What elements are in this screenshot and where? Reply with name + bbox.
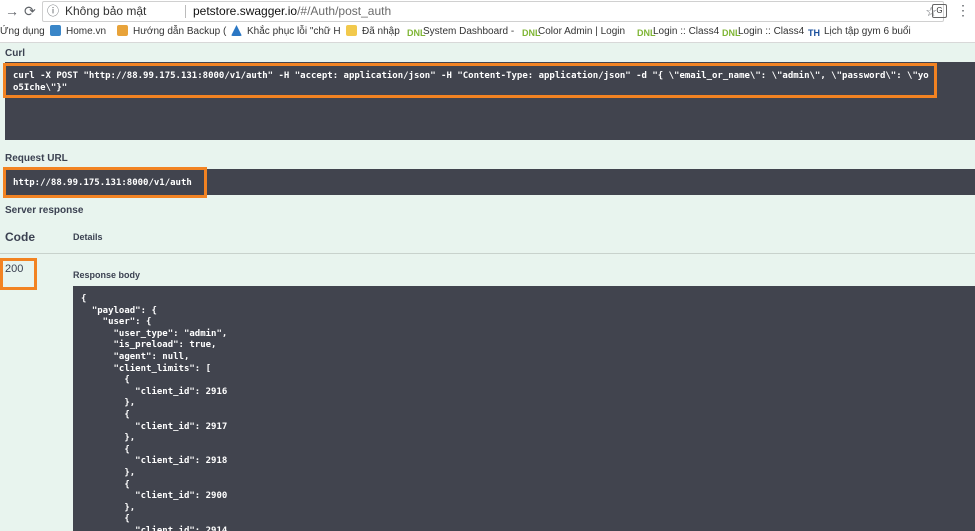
response-body-line: "client_id": 2917 (135, 421, 228, 432)
response-body-line: }, (124, 467, 136, 478)
dnl-icon: DNL (722, 28, 741, 38)
status-code: 200 (5, 263, 24, 275)
folder-icon (346, 25, 357, 36)
bookmark-system-dashboard[interactable]: DNLSystem Dashboard - (407, 22, 514, 42)
dnl-icon: DNL (522, 28, 541, 38)
response-body-line: "user": { (102, 317, 152, 328)
bookmark-lich-tap-gym[interactable]: TH Lịch tập gym 6 buổi (808, 22, 911, 42)
response-body-line: { (124, 479, 130, 490)
server-response-label: Server response (5, 205, 84, 216)
bookmark-khac-phuc[interactable]: Khắc phục lỗi "chữ H (231, 22, 341, 42)
dnl-icon: DNL (407, 28, 426, 38)
reload-icon[interactable]: ⟳ (24, 2, 36, 20)
security-label: Không bảo mật (65, 4, 147, 18)
bookmark-login-class4-b[interactable]: DNLLogin :: Class4 (722, 22, 804, 42)
response-body-label: Response body (73, 270, 141, 280)
bookmark-login-class4-a[interactable]: DNLLogin :: Class4 (637, 22, 719, 42)
bookmark-home-vn[interactable]: Home.vn (50, 22, 106, 42)
table-divider (0, 253, 975, 254)
page-url[interactable]: petstore.swagger.io/#/Auth/post_auth (193, 2, 391, 21)
back-arrow-icon[interactable]: → (5, 2, 19, 20)
response-body-line: "payload": { (91, 305, 157, 316)
info-icon[interactable]: ⓘ (47, 2, 59, 21)
response-body-line: { (124, 444, 130, 455)
response-body-line: "client_id": 2900 (135, 491, 228, 502)
curl-command[interactable]: curl -X POST "http://88.99.175.131:8000/… (13, 70, 933, 94)
response-body-line: "client_id": 2916 (135, 386, 228, 397)
request-url-label: Request URL (5, 153, 68, 164)
request-url-value[interactable]: http://88.99.175.131:8000/v1/auth (13, 177, 192, 189)
response-body-line: { (81, 294, 87, 304)
response-body-line: "is_preload": true, (113, 340, 217, 351)
t-icon (117, 25, 128, 36)
response-body-block[interactable]: { "payload": { "user": { "user_type": "a… (73, 286, 975, 531)
response-body-line: "user_type": "admin", (113, 328, 228, 339)
response-body-text[interactable]: { "payload": { "user": { "user_type": "a… (81, 294, 227, 531)
response-body-line: { (124, 409, 130, 420)
bookmark-da-nhap[interactable]: Đã nhập (346, 22, 400, 42)
response-body-line: "client_id": 2914 (135, 525, 228, 531)
address-divider (185, 5, 186, 18)
bookmark-huong-dan[interactable]: Hướng dẫn Backup ( (117, 22, 226, 42)
url-path: /#/Auth/post_auth (297, 4, 392, 18)
response-body-line: "agent": null, (113, 351, 190, 362)
response-body-line: }, (124, 502, 136, 513)
bookmarks-bar: Ứng dụng Home.vn Hướng dẫn Backup ( Khắc… (0, 22, 975, 43)
curl-label: Curl (5, 48, 25, 59)
triangle-icon (231, 25, 242, 36)
response-body-line: { (124, 514, 130, 525)
curl-code-block[interactable]: curl -X POST "http://88.99.175.131:8000/… (5, 62, 975, 140)
home-bot-icon (50, 25, 61, 36)
code-column-header: Code (5, 230, 35, 244)
details-column-header: Details (73, 232, 103, 242)
response-body-line: { (124, 375, 130, 386)
response-body-line: }, (124, 398, 136, 409)
browser-menu-icon[interactable]: ⋮ (956, 2, 970, 19)
response-body-line: "client_id": 2918 (135, 456, 228, 467)
translate-icon[interactable]: G (932, 4, 947, 18)
url-host: petstore.swagger.io (193, 4, 298, 18)
response-body-line: "client_limits": [ (113, 363, 212, 374)
dnl-icon: DNL (637, 28, 656, 38)
bookmark-apps[interactable]: Ứng dụng (0, 22, 45, 42)
browser-toolbar: → ⟳ ⓘ Không bảo mật petstore.swagger.io/… (0, 0, 975, 23)
request-url-block[interactable]: http://88.99.175.131:8000/v1/auth (5, 169, 975, 195)
response-body-line: }, (124, 433, 136, 444)
bookmark-color-admin[interactable]: DNLColor Admin | Login (522, 22, 625, 42)
address-bar[interactable]: ⓘ Không bảo mật petstore.swagger.io/#/Au… (42, 1, 944, 22)
th-icon: TH (808, 28, 820, 38)
